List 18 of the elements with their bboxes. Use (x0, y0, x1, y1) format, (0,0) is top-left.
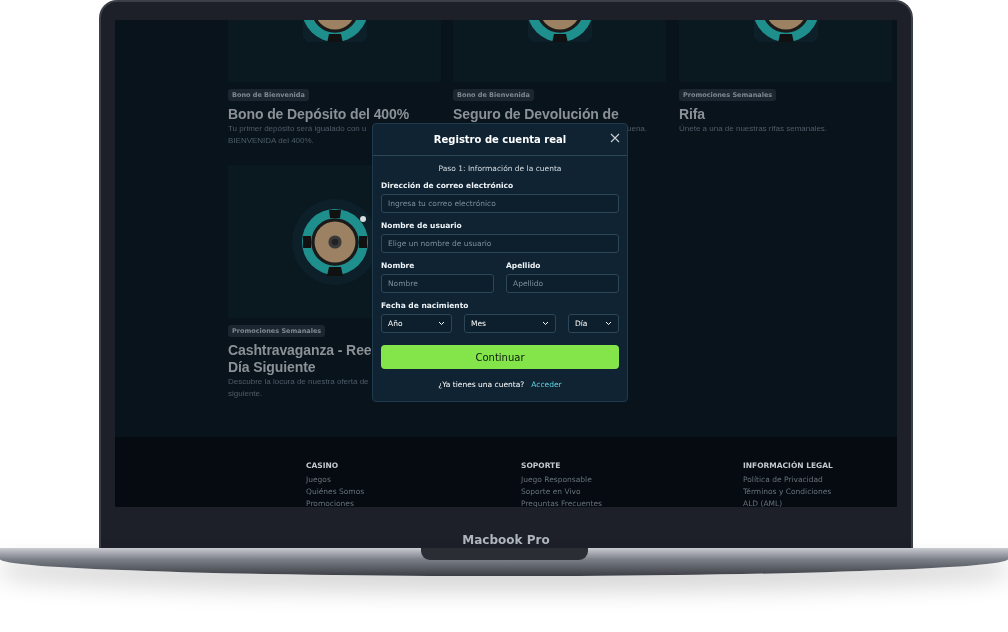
promo-title: Rifa (679, 106, 706, 123)
device-label: Macbook Pro (462, 533, 550, 547)
close-icon[interactable] (610, 133, 620, 143)
continue-button[interactable]: Continuar (381, 345, 619, 369)
promo-title: Cashtravaganza - Ree (228, 342, 372, 359)
chevron-down-icon (605, 321, 612, 326)
promo-description: BIENVENIDA del 400%. (228, 135, 314, 147)
promo-title: Bono de Depósito del 400% (228, 106, 410, 123)
modal-title: Registro de cuenta real (433, 134, 567, 145)
promo-title: Día Siguiente (228, 359, 316, 376)
promo-description: Descubre la locura de nuestra oferta de (228, 376, 369, 388)
chevron-down-icon (542, 321, 549, 326)
promo-title: Seguro de Devolución de (453, 106, 619, 123)
promo-description: Únete a una de nuestras rifas semanales. (679, 123, 828, 135)
chevron-down-icon (438, 321, 445, 326)
promo-description: Tu primer depósito será igualado con u (228, 123, 367, 135)
promo-description: uena. (627, 123, 648, 135)
promo-description: siguiente. (228, 388, 263, 400)
